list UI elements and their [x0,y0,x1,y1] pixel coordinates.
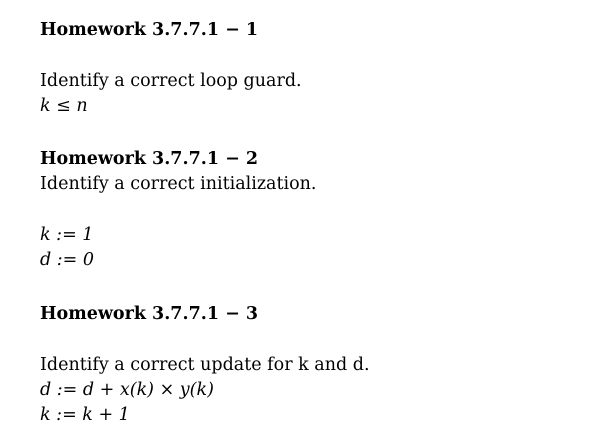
homework-3-title: Homework 3.7.7.1 − 3 [40,304,259,324]
homework-2-answer-1: k := 1 [40,225,94,245]
homework-1: Homework 3.7.7.1 − 1 Identify a correct … [40,18,302,119]
homework-3: Homework 3.7.7.1 − 3 Identify a correct … [40,302,370,428]
homework-2-prompt: Identify a correct initialization. [40,174,317,194]
homework-1-prompt: Identify a correct loop guard. [40,71,302,91]
homework-2-answer-2: d := 0 [40,250,95,270]
homework-3-answer-1: d := d + x(k) × y(k) [40,380,214,400]
homework-3-answer-2: k := k + 1 [40,405,130,425]
homework-1-title: Homework 3.7.7.1 − 1 [40,20,259,40]
homework-3-prompt: Identify a correct update for k and d. [40,355,370,375]
homework-2: Homework 3.7.7.1 − 2 Identify a correct … [40,147,317,273]
homework-1-answer-1: k ≤ n [40,96,88,116]
homework-2-title: Homework 3.7.7.1 − 2 [40,149,259,169]
